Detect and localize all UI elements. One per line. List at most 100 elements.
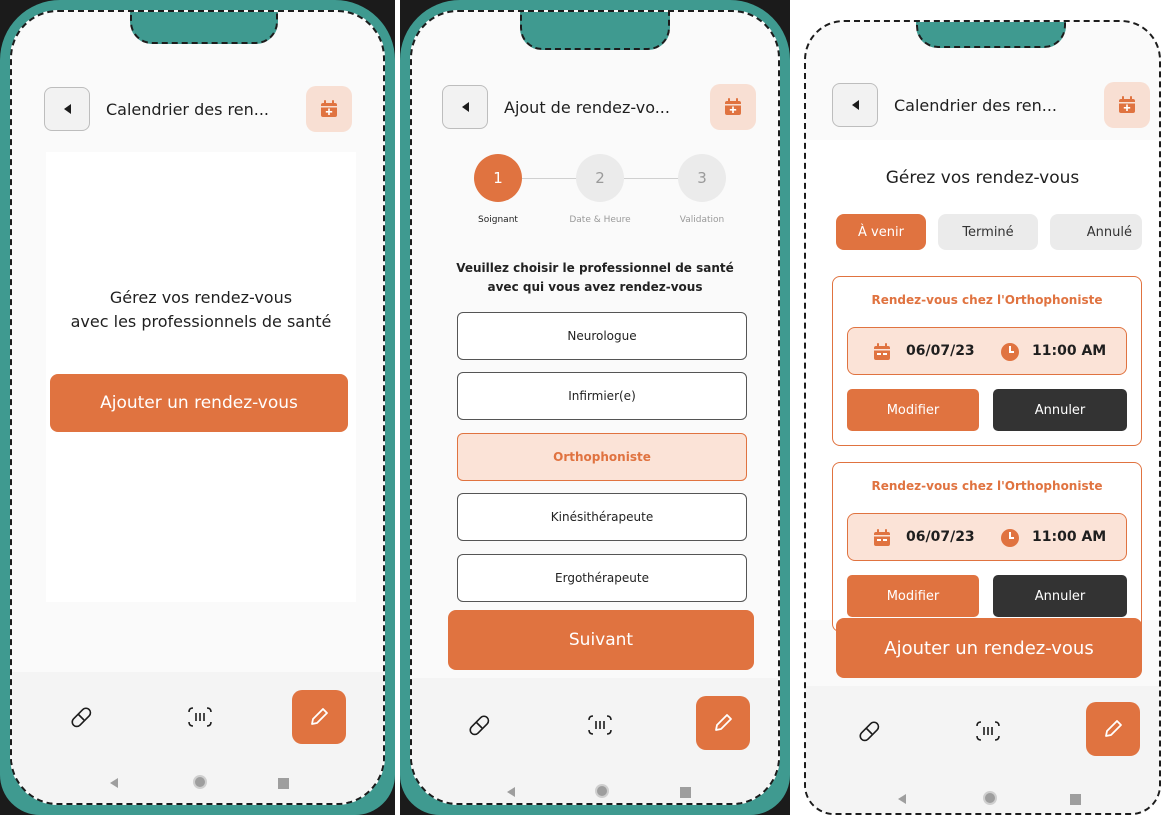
appointment-time: 11:00 AM: [1032, 343, 1107, 359]
modify-button[interactable]: Modifier: [847, 389, 979, 431]
screen-2: Ajout de rendez-vo... 1 2 3 Soignant Dat…: [410, 10, 780, 805]
tab-upcoming[interactable]: À venir: [836, 214, 926, 250]
tab-cancelled[interactable]: Annulé: [1050, 214, 1142, 250]
option-ergotherapeute[interactable]: Ergothérapeute: [457, 554, 747, 602]
appointment-time: 11:00 AM: [1032, 529, 1107, 545]
step-1[interactable]: 1: [474, 154, 522, 202]
add-appointment-button[interactable]: Ajouter un rendez-vous: [50, 374, 348, 432]
step-1-label: Soignant: [478, 215, 518, 225]
pill-icon[interactable]: [66, 702, 96, 732]
edit-button[interactable]: [292, 690, 346, 744]
notch: [916, 22, 1066, 48]
system-home-icon[interactable]: [595, 784, 609, 798]
calendar-button[interactable]: [710, 84, 756, 130]
system-home-icon[interactable]: [193, 775, 207, 789]
tab-completed[interactable]: Terminé: [938, 214, 1038, 250]
notch: [520, 12, 670, 50]
edit-button[interactable]: [1086, 702, 1140, 756]
pill-icon[interactable]: [464, 710, 494, 740]
system-nav-bar: [12, 758, 383, 803]
clock-icon: [1001, 529, 1019, 547]
phone-screen-2: Ajout de rendez-vo... 1 2 3 Soignant Dat…: [400, 0, 790, 815]
notch: [130, 12, 278, 44]
cancel-button[interactable]: Annuler: [993, 575, 1127, 617]
system-back-icon[interactable]: [110, 778, 118, 788]
option-kinesitherapeute[interactable]: Kinésithérapeute: [457, 493, 747, 541]
scan-icon[interactable]: [184, 702, 216, 732]
header-title: Calendrier des ren...: [106, 99, 269, 119]
step-line: [624, 178, 682, 179]
step-2[interactable]: 2: [576, 154, 624, 202]
pencil-icon: [1105, 720, 1122, 737]
add-appointment-button[interactable]: Ajouter un rendez-vous: [836, 618, 1142, 678]
header: Calendrier des ren...: [806, 70, 1159, 140]
appointment-date: 06/07/23: [906, 529, 975, 545]
calendar-add-icon: [725, 98, 741, 115]
pencil-icon: [715, 714, 732, 731]
cancel-button[interactable]: Annuler: [993, 389, 1127, 431]
option-neurologue[interactable]: Neurologue: [457, 312, 747, 360]
step-3[interactable]: 3: [678, 154, 726, 202]
back-arrow-icon: [63, 104, 71, 114]
step-3-label: Validation: [679, 215, 725, 225]
calendar-add-icon: [321, 100, 337, 117]
bottom-nav: [412, 678, 778, 768]
system-back-icon[interactable]: [507, 787, 515, 797]
calendar-icon: [874, 343, 890, 360]
appointments-panel: Gérez vos rendez-vous À venir Terminé An…: [806, 140, 1159, 632]
system-recents-icon[interactable]: [278, 778, 289, 789]
bottom-nav: [12, 672, 383, 762]
header-title: Ajout de rendez-vo...: [504, 97, 670, 117]
pencil-icon: [311, 708, 328, 725]
edit-button[interactable]: [696, 696, 750, 750]
clock-icon: [1001, 343, 1019, 361]
back-arrow-icon: [461, 102, 469, 112]
appointment-datetime: 06/07/23 11:00 AM: [847, 327, 1127, 375]
scan-icon[interactable]: [584, 710, 616, 740]
back-button[interactable]: [44, 87, 90, 131]
header: Calendrier des ren...: [12, 74, 383, 144]
phone-screen-1: Calendrier des ren... Gérez vos rendez-v…: [0, 0, 395, 815]
message-line-2: avec les professionnels de santé: [70, 312, 332, 331]
appointment-date: 06/07/23: [906, 343, 975, 359]
calendar-add-icon: [1119, 96, 1135, 113]
modify-button[interactable]: Modifier: [847, 575, 979, 617]
phone-screen-3: Calendrier des ren... Gérez vos rendez-v…: [800, 0, 1165, 815]
option-orthophoniste[interactable]: Orthophoniste: [457, 433, 747, 481]
back-button[interactable]: [832, 83, 878, 127]
empty-message: Gérez vos rendez-vous avec les professio…: [12, 286, 383, 334]
option-infirmier[interactable]: Infirmier(e): [457, 372, 747, 420]
prompt-line-2: avec qui vous avez rendez-vous: [487, 280, 703, 294]
stage: Calendrier des ren... Gérez vos rendez-v…: [0, 0, 1165, 815]
system-nav-bar: [412, 767, 778, 803]
appointment-card: Rendez-vous chez l'Orthophoniste 06/07/2…: [832, 462, 1142, 632]
screen-1: Calendrier des ren... Gérez vos rendez-v…: [10, 10, 385, 805]
scan-icon[interactable]: [972, 716, 1004, 746]
bottom-nav: [806, 686, 1159, 776]
message-line-1: Gérez vos rendez-vous: [109, 288, 293, 307]
step-line: [522, 178, 580, 179]
system-recents-icon[interactable]: [680, 787, 691, 798]
header: Ajout de rendez-vo...: [412, 72, 778, 142]
calendar-button[interactable]: [1104, 82, 1150, 128]
system-recents-icon[interactable]: [1070, 794, 1081, 805]
pill-icon[interactable]: [854, 716, 884, 746]
step-2-label: Date & Heure: [569, 215, 631, 225]
back-button[interactable]: [442, 85, 488, 129]
back-arrow-icon: [851, 100, 859, 110]
system-nav-bar: [806, 774, 1159, 813]
calendar-button[interactable]: [306, 86, 352, 132]
appointment-datetime: 06/07/23 11:00 AM: [847, 513, 1127, 561]
screen-3: Calendrier des ren... Gérez vos rendez-v…: [804, 20, 1161, 815]
calendar-icon: [874, 529, 890, 546]
appointment-title: Rendez-vous chez l'Orthophoniste: [871, 479, 1103, 493]
system-back-icon[interactable]: [898, 794, 906, 804]
selection-prompt: Veuillez choisir le professionnel de san…: [412, 259, 778, 297]
prompt-line-1: Veuillez choisir le professionnel de san…: [456, 261, 734, 275]
appointment-title: Rendez-vous chez l'Orthophoniste: [871, 293, 1103, 307]
subtitle: Gérez vos rendez-vous: [885, 168, 1080, 188]
header-title: Calendrier des ren...: [894, 95, 1057, 115]
system-home-icon[interactable]: [983, 791, 997, 805]
next-button[interactable]: Suivant: [448, 610, 754, 670]
appointment-card: Rendez-vous chez l'Orthophoniste 06/07/2…: [832, 276, 1142, 446]
